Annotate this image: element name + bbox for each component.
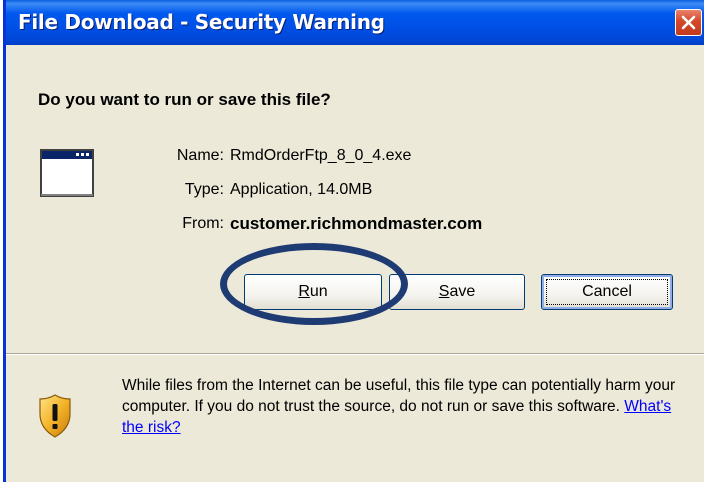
- name-value: RmdOrderFtp_8_0_4.exe: [230, 147, 412, 164]
- from-value: customer.richmondmaster.com: [230, 214, 483, 233]
- focus-indicator: [546, 279, 668, 305]
- application-window-icon: [40, 149, 94, 197]
- close-icon: [681, 15, 696, 30]
- cancel-button[interactable]: Cancel: [541, 274, 673, 310]
- dialog-body: Do you want to run or save this file? Na…: [6, 45, 704, 482]
- name-row: Name: RmdOrderFtp_8_0_4.exe: [114, 147, 694, 169]
- question-text: Do you want to run or save this file?: [38, 90, 331, 109]
- name-label: Name:: [176, 147, 224, 164]
- security-shield-warning-icon: [39, 394, 71, 438]
- window-title: File Download - Security Warning: [18, 10, 385, 34]
- from-label: From:: [182, 215, 224, 232]
- title-bar[interactable]: File Download - Security Warning: [6, 0, 704, 45]
- security-warning-dialog: File Download - Security Warning Do you …: [3, 0, 704, 482]
- close-button[interactable]: [675, 9, 702, 36]
- from-row: From: customer.richmondmaster.com: [114, 214, 694, 237]
- type-label: Type:: [184, 181, 224, 198]
- divider: [6, 353, 704, 355]
- type-value: Application, 14.0MB: [230, 181, 373, 198]
- run-button[interactable]: Run: [244, 274, 382, 310]
- save-button[interactable]: Save: [389, 274, 525, 310]
- type-row: Type: Application, 14.0MB: [114, 181, 694, 203]
- warning-text: While files from the Internet can be use…: [122, 377, 676, 436]
